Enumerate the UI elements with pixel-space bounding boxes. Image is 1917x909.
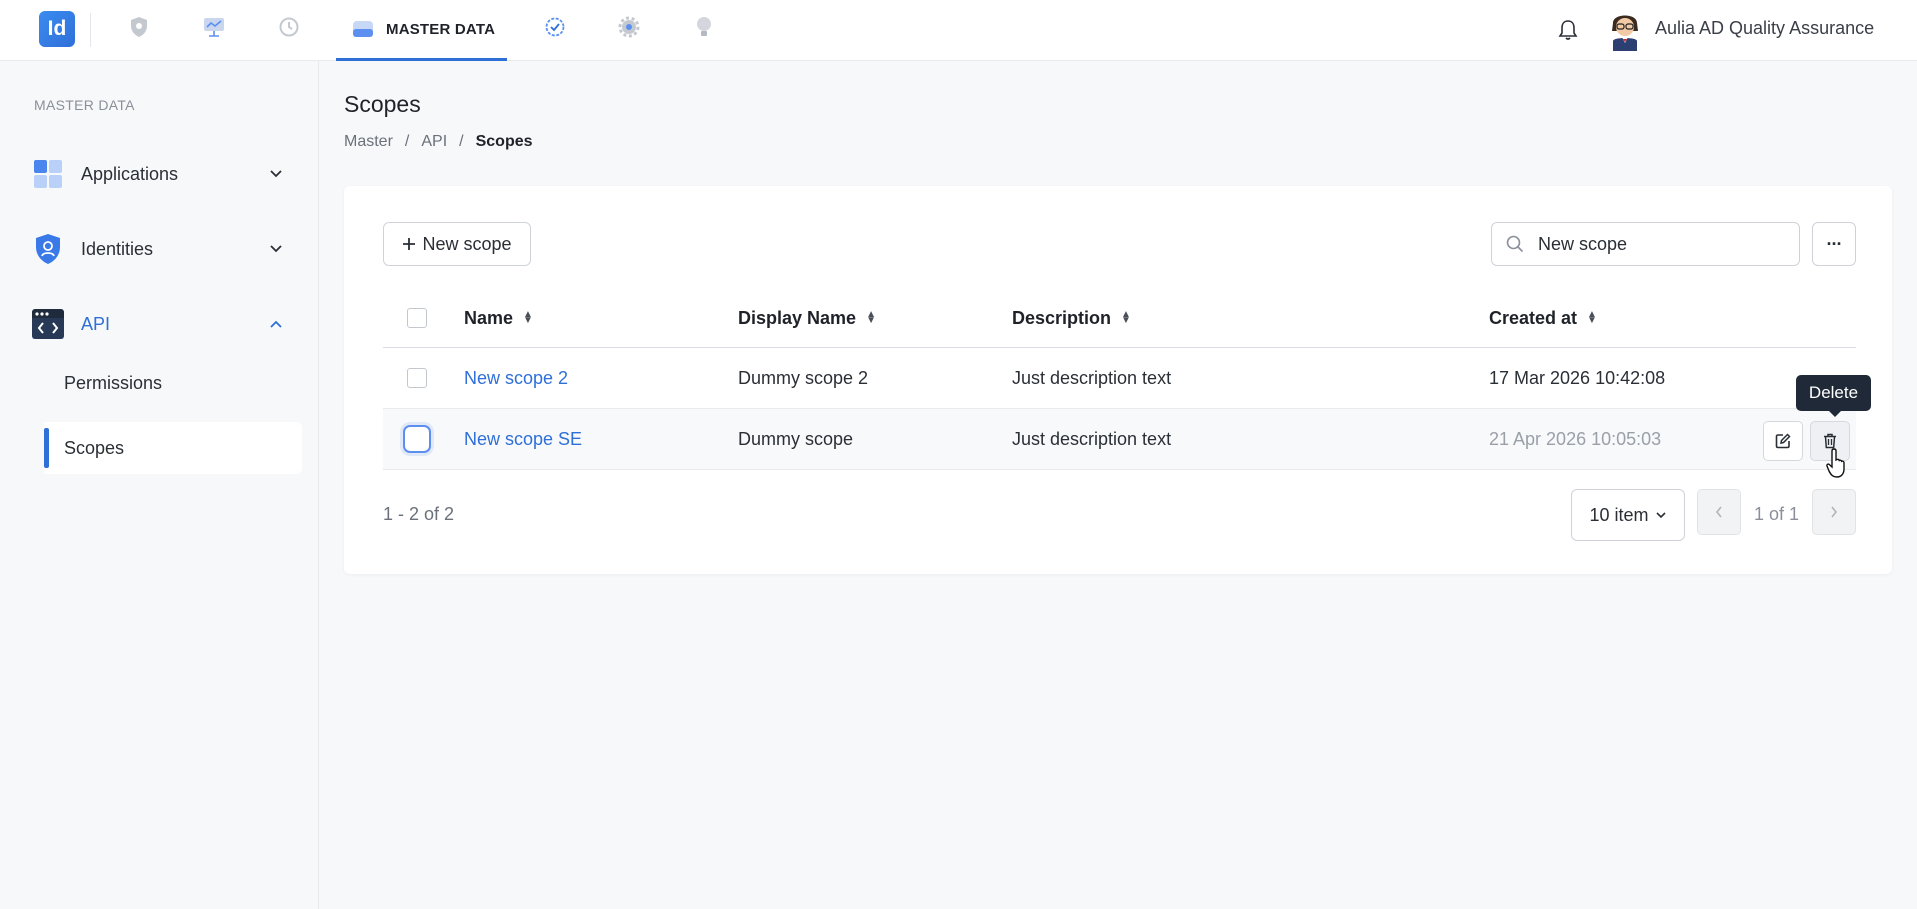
user-avatar[interactable] xyxy=(1607,9,1643,51)
nav-dashboard-icon[interactable] xyxy=(199,12,229,42)
table-header: Name ▲ ▼ Display Name ▲ ▼ Description ▲ ▼ C… xyxy=(383,288,1856,348)
app-logo[interactable]: Id xyxy=(39,11,75,47)
hand-pointer-cursor xyxy=(1826,447,1850,479)
column-header-name[interactable]: Name ▲ ▼ xyxy=(464,288,533,348)
new-scope-button[interactable]: New scope xyxy=(383,222,531,266)
nav-lightbulb-icon[interactable] xyxy=(689,12,719,42)
breadcrumb-separator: / xyxy=(404,133,410,150)
chevron-left-icon xyxy=(1715,506,1722,518)
scopes-card: New scope ··· Name ▲▼ Display Name ▲▼ De… xyxy=(344,186,1892,574)
search-input[interactable] xyxy=(1538,233,1768,255)
chevron-down-icon xyxy=(266,164,286,184)
page-indicator: 1 of 1 xyxy=(1754,504,1800,524)
scope-description: Just description text xyxy=(1012,368,1172,388)
nav-tab-master-data[interactable]: MASTER DATA xyxy=(336,0,507,61)
sort-icon: ▲ ▼ xyxy=(866,309,876,326)
user-name[interactable]: Aulia AD Quality Assurance xyxy=(1655,18,1874,39)
code-window-icon xyxy=(32,308,64,340)
chevron-up-icon xyxy=(266,314,286,334)
chevron-right-icon xyxy=(1831,506,1838,518)
notification-bell-icon[interactable] xyxy=(1553,15,1583,45)
breadcrumb-current: Scopes xyxy=(475,133,533,150)
delete-tooltip: Delete xyxy=(1796,375,1871,417)
top-navigation-bar: Id MASTER DATA Aulia AD Quality Assuranc… xyxy=(0,0,1917,61)
scope-description: Just description text xyxy=(1012,429,1172,449)
column-header-display-name[interactable]: Display Name ▲ ▼ xyxy=(738,288,876,348)
column-header-created-at[interactable]: Created at ▲ ▼ xyxy=(1489,288,1597,348)
edit-button[interactable] xyxy=(1763,421,1803,461)
sidebar: MASTER DATA Applications Identities API … xyxy=(0,61,319,909)
column-header-description[interactable]: Description ▲ ▼ xyxy=(1012,288,1131,348)
sidebar-item-applications[interactable]: Applications xyxy=(32,152,302,196)
breadcrumb: Master / API / Scopes xyxy=(344,133,533,151)
breadcrumb-separator: / xyxy=(459,133,464,150)
chevron-down-icon xyxy=(266,239,286,259)
nav-history-icon[interactable] xyxy=(274,12,304,42)
identity-shield-icon xyxy=(32,233,64,265)
nav-shield-icon[interactable] xyxy=(124,12,154,42)
row-checkbox[interactable] xyxy=(403,425,431,453)
plus-icon xyxy=(403,238,416,250)
page-title: Scopes xyxy=(344,91,421,117)
previous-page-button[interactable] xyxy=(1697,489,1741,535)
search-field[interactable] xyxy=(1491,222,1800,266)
breadcrumb-master[interactable]: Master xyxy=(344,133,393,151)
scope-name-link[interactable]: New scope 2 xyxy=(464,348,568,409)
edit-icon xyxy=(1775,433,1791,449)
sidebar-section-label: MASTER DATA xyxy=(34,97,135,113)
logo-divider xyxy=(90,13,91,47)
scope-display-name: Dummy scope 2 xyxy=(738,368,869,388)
sort-icon: ▲ ▼ xyxy=(1587,309,1597,326)
pagination-summary: 1 - 2 of 2 xyxy=(383,504,455,524)
scope-created-at: 17 Mar 2026 10:42:08 xyxy=(1489,368,1666,388)
applications-icon xyxy=(32,158,64,190)
nav-gear-icon[interactable] xyxy=(614,12,644,42)
row-checkbox[interactable] xyxy=(407,368,427,388)
scope-created-at: 21 Apr 2026 10:05:03 xyxy=(1489,429,1662,449)
sidebar-item-api[interactable]: API xyxy=(32,302,302,346)
page-size-select[interactable]: 10 item xyxy=(1571,489,1685,541)
select-all-checkbox[interactable] xyxy=(407,308,427,328)
breadcrumb-api[interactable]: API xyxy=(421,133,447,151)
sidebar-subitem-scopes[interactable]: Scopes xyxy=(44,422,302,474)
table-row[interactable]: New scope SE Dummy scope Just descriptio… xyxy=(383,409,1856,470)
sidebar-item-identities[interactable]: Identities xyxy=(32,227,302,271)
scope-name-link[interactable]: New scope SE xyxy=(464,409,582,470)
table-row[interactable]: New scope 2 Dummy scope 2 Just descripti… xyxy=(383,348,1856,409)
sidebar-subitem-permissions[interactable]: Permissions xyxy=(44,357,302,409)
more-options-button[interactable]: ··· xyxy=(1812,222,1856,266)
scope-display-name: Dummy scope xyxy=(738,429,854,449)
sort-icon: ▲ ▼ xyxy=(1121,309,1131,326)
more-icon: ··· xyxy=(1826,233,1843,254)
master-data-icon xyxy=(353,21,373,37)
search-icon xyxy=(1506,235,1524,253)
chevron-down-icon xyxy=(1655,512,1666,519)
next-page-button[interactable] xyxy=(1812,489,1856,535)
nav-check-badge-icon[interactable] xyxy=(540,12,570,42)
sort-icon: ▲ ▼ xyxy=(523,309,533,326)
